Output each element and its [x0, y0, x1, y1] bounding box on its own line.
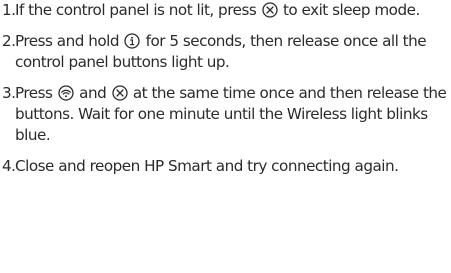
step-text: If the control panel is not lit, press	[15, 1, 257, 19]
step-text: Press and hold	[15, 32, 119, 50]
step-1: 1. If the control panel is not lit, press…	[2, 0, 451, 21]
step-number: 1.	[2, 1, 16, 19]
step-number: 2.	[2, 32, 16, 50]
instruction-steps: 1. If the control panel is not lit, press…	[0, 0, 451, 177]
step-text: Close and reopen HP Smart and try connec…	[15, 157, 399, 175]
step-number: 3.	[2, 84, 16, 102]
information-icon	[124, 33, 140, 49]
wireless-icon	[58, 85, 74, 101]
cancel-icon	[261, 2, 278, 18]
step-2: 2. Press and hold for 5 seconds, then rel…	[2, 31, 451, 73]
step-number: 4.	[2, 157, 16, 175]
cancel-icon	[111, 85, 128, 101]
step-text: Press	[15, 84, 53, 102]
step-3: 3. Press and at the same time once and th…	[2, 83, 451, 146]
step-4: 4. Close and reopen HP Smart and try conn…	[2, 156, 451, 177]
step-text: to exit sleep mode.	[282, 1, 420, 19]
step-text: and	[79, 84, 107, 102]
